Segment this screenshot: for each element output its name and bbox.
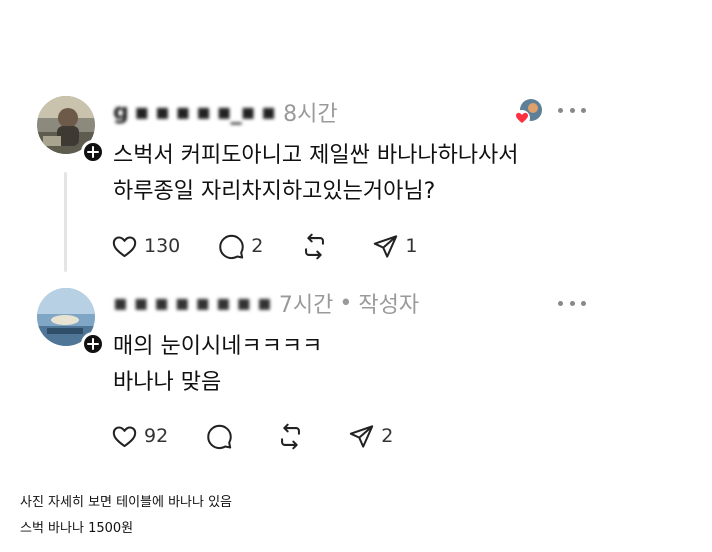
send-icon bbox=[349, 424, 374, 448]
send-icon bbox=[374, 234, 398, 258]
post-text-line: 하루종일 자리차지하고있는거아님? bbox=[113, 179, 436, 204]
dot-icon bbox=[558, 300, 563, 306]
post-header: g ▪ ▪ ▪ ▪ ▪_▪ ▪ 8시간 bbox=[113, 97, 338, 128]
repost-button[interactable] bbox=[301, 231, 334, 261]
post-time: 7시간 bbox=[278, 293, 334, 318]
post-body: 스벅서 커피도아니고 제일싼 바나나하나사서 하루종일 자리차지하고있는거아님? bbox=[113, 138, 519, 210]
plus-icon bbox=[87, 338, 99, 350]
dot-icon bbox=[569, 107, 575, 113]
more-options-button[interactable] bbox=[558, 298, 586, 308]
post-header: ▪ ▪ ▪ ▪ ▪ ▪ ▪ ▪ 7시간 • 작성자 bbox=[113, 288, 420, 319]
share-button[interactable]: 2 bbox=[348, 421, 393, 451]
post-text-line: 바나나 맞음 bbox=[113, 370, 222, 395]
comment-count: 2 bbox=[251, 235, 264, 257]
thread-line bbox=[64, 172, 67, 272]
dot-icon bbox=[581, 107, 586, 113]
post-time: 8시간 bbox=[283, 102, 338, 127]
caption-line: 스벅 바나나 1500원 bbox=[20, 521, 134, 536]
liker-avatar[interactable] bbox=[514, 98, 544, 128]
username[interactable]: ▪ ▪ ▪ ▪ ▪ ▪ ▪ ▪ bbox=[113, 291, 272, 316]
author-tag: 작성자 bbox=[358, 293, 420, 318]
dot-icon bbox=[558, 107, 563, 113]
like-count: 130 bbox=[144, 235, 181, 257]
heart-badge-icon bbox=[514, 110, 530, 126]
dot-icon bbox=[581, 300, 586, 306]
post-body: 매의 눈이시네ㅋㅋㅋㅋ 바나나 맞음 bbox=[113, 329, 322, 401]
post-text-line: 스벅서 커피도아니고 제일싼 바나나하나사서 bbox=[113, 143, 519, 168]
follow-button[interactable] bbox=[81, 332, 105, 356]
like-count: 92 bbox=[144, 425, 169, 447]
like-button[interactable]: 92 bbox=[111, 421, 168, 451]
action-bar: 130 2 1 bbox=[111, 231, 455, 261]
more-options-button[interactable] bbox=[558, 105, 586, 115]
share-count: 2 bbox=[381, 425, 394, 447]
heart-icon bbox=[112, 235, 137, 257]
follow-button[interactable] bbox=[81, 140, 105, 164]
meta-separator: • bbox=[339, 290, 353, 316]
like-button[interactable]: 130 bbox=[111, 231, 180, 261]
avatar-wrap bbox=[37, 96, 105, 164]
caption-line: 사진 자세히 보면 테이블에 바나나 있음 bbox=[20, 495, 233, 510]
username[interactable]: g ▪ ▪ ▪ ▪ ▪_▪ ▪ bbox=[113, 100, 276, 125]
repost-icon bbox=[305, 233, 325, 259]
comment-button[interactable]: 2 bbox=[218, 231, 263, 261]
comment-icon bbox=[219, 234, 245, 259]
share-button[interactable]: 1 bbox=[372, 231, 417, 261]
post-text-line: 매의 눈이시네ㅋㅋㅋㅋ bbox=[113, 334, 323, 359]
action-bar: 92 2 bbox=[111, 421, 431, 451]
repost-button[interactable] bbox=[277, 421, 310, 451]
avatar-wrap bbox=[37, 288, 105, 356]
comment-button[interactable] bbox=[206, 421, 239, 451]
plus-icon bbox=[87, 146, 99, 158]
dot-icon bbox=[569, 300, 575, 306]
heart-icon bbox=[112, 425, 137, 447]
share-count: 1 bbox=[405, 235, 418, 257]
comment-icon bbox=[207, 424, 232, 449]
repost-icon bbox=[281, 423, 301, 449]
